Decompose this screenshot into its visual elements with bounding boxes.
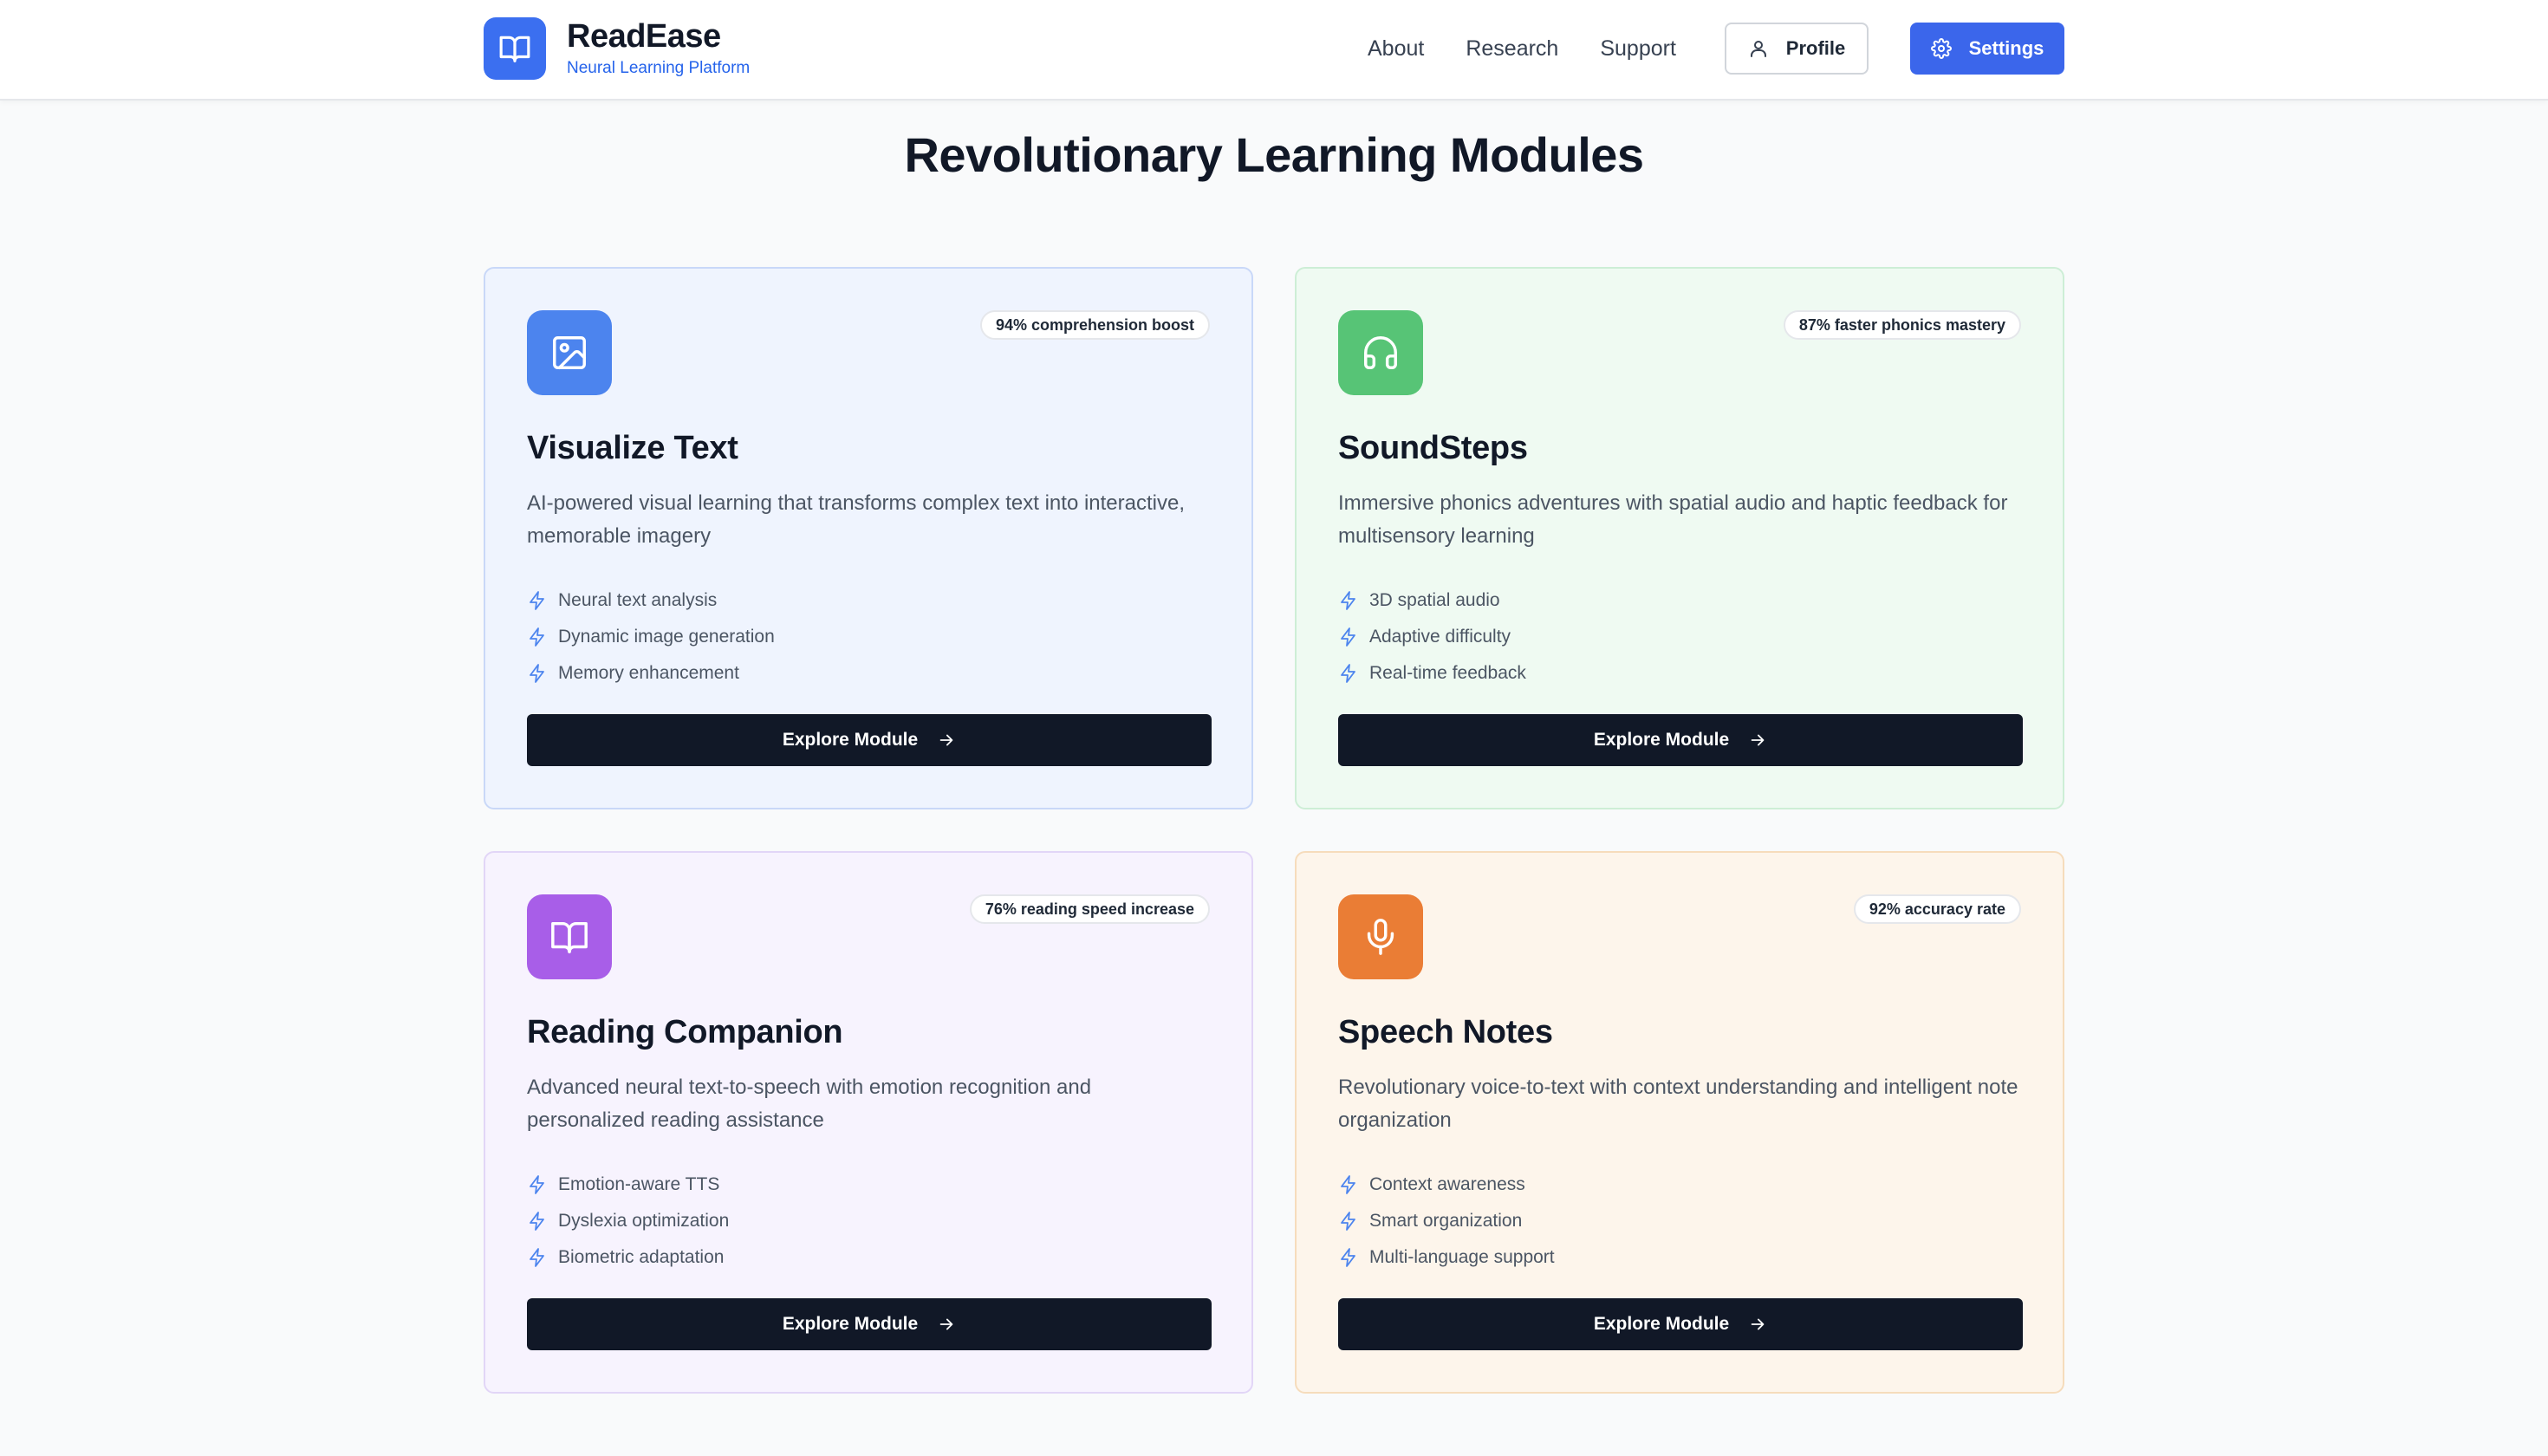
nav-link-about[interactable]: About bbox=[1368, 36, 1424, 62]
lightning-icon bbox=[527, 1211, 548, 1232]
explore-module-button[interactable]: Explore Module bbox=[1338, 714, 2023, 766]
explore-module-button[interactable]: Explore Module bbox=[527, 1298, 1212, 1350]
microphone-icon bbox=[1338, 894, 1423, 979]
brand-name: ReadEase bbox=[567, 18, 721, 55]
module-description: AI-powered visual learning that transfor… bbox=[527, 491, 1186, 548]
lightning-icon bbox=[527, 1174, 548, 1195]
feature-list: Neural text analysis Dynamic image gener… bbox=[527, 582, 775, 692]
feature-label: Real-time feedback bbox=[1369, 663, 1526, 683]
lightning-icon bbox=[1338, 627, 1359, 647]
book-open-icon bbox=[484, 17, 546, 80]
feature-label: Context awareness bbox=[1369, 1174, 1525, 1194]
module-description: Revolutionary voice-to-text with context… bbox=[1338, 1076, 2018, 1132]
stat-badge: 94% comprehension boost bbox=[979, 310, 1210, 340]
settings-button[interactable]: Settings bbox=[1910, 23, 2064, 75]
feature-item: Dynamic image generation bbox=[527, 619, 775, 655]
lightning-icon bbox=[1338, 1174, 1359, 1195]
feature-item: Context awareness bbox=[1338, 1167, 1555, 1203]
book-open-icon bbox=[527, 894, 612, 979]
module-card-visualize-text: 94% comprehension boost Visualize Text A… bbox=[484, 267, 1253, 809]
main-nav: About Research Support bbox=[1368, 23, 1676, 75]
feature-item: Emotion-aware TTS bbox=[527, 1167, 729, 1203]
lightning-icon bbox=[527, 1247, 548, 1268]
feature-label: Smart organization bbox=[1369, 1211, 1523, 1231]
feature-label: Adaptive difficulty bbox=[1369, 627, 1511, 647]
stat-badge: 92% accuracy rate bbox=[1853, 894, 2021, 924]
feature-list: 3D spatial audio Adaptive difficulty Rea… bbox=[1338, 582, 1526, 692]
module-title: Speech Notes bbox=[1338, 1014, 1553, 1050]
feature-label: Memory enhancement bbox=[558, 663, 739, 683]
module-card-soundsteps: 87% faster phonics mastery SoundSteps Im… bbox=[1295, 267, 2064, 809]
feature-item: 3D spatial audio bbox=[1338, 582, 1526, 619]
feature-label: 3D spatial audio bbox=[1369, 590, 1500, 610]
brand-tagline: Neural Learning Platform bbox=[567, 59, 751, 77]
image-icon bbox=[527, 310, 612, 395]
nav-link-support[interactable]: Support bbox=[1600, 36, 1676, 62]
stat-badge: 76% reading speed increase bbox=[969, 894, 1210, 924]
feature-item: Biometric adaptation bbox=[527, 1239, 729, 1276]
lightning-icon bbox=[527, 663, 548, 684]
feature-label: Dyslexia optimization bbox=[558, 1211, 730, 1231]
nav-link-research[interactable]: Research bbox=[1466, 36, 1558, 62]
explore-module-button[interactable]: Explore Module bbox=[1338, 1298, 2023, 1350]
arrow-right-icon bbox=[937, 1315, 956, 1334]
feature-item: Smart organization bbox=[1338, 1203, 1555, 1239]
module-title: SoundSteps bbox=[1338, 430, 1528, 466]
lightning-icon bbox=[1338, 1247, 1359, 1268]
module-title: Reading Companion bbox=[527, 1014, 843, 1050]
explore-module-label: Explore Module bbox=[782, 730, 919, 750]
lightning-icon bbox=[1338, 590, 1359, 611]
module-card-reading-companion: 76% reading speed increase Reading Compa… bbox=[484, 851, 1253, 1394]
feature-item: Memory enhancement bbox=[527, 655, 775, 692]
lightning-icon bbox=[1338, 1211, 1359, 1232]
headphones-icon bbox=[1338, 310, 1423, 395]
gear-icon bbox=[1930, 38, 1952, 59]
stat-badge: 87% faster phonics mastery bbox=[1783, 310, 2021, 340]
profile-button[interactable]: Profile bbox=[1725, 23, 1869, 75]
brand[interactable]: ReadEase Neural Learning Platform bbox=[484, 17, 750, 80]
feature-label: Biometric adaptation bbox=[558, 1247, 725, 1267]
arrow-right-icon bbox=[1748, 731, 1767, 750]
explore-module-label: Explore Module bbox=[1593, 730, 1730, 750]
lightning-icon bbox=[527, 627, 548, 647]
explore-module-label: Explore Module bbox=[782, 1314, 919, 1334]
feature-item: Dyslexia optimization bbox=[527, 1203, 729, 1239]
feature-list: Emotion-aware TTS Dyslexia optimization … bbox=[527, 1167, 729, 1276]
feature-item: Real-time feedback bbox=[1338, 655, 1526, 692]
feature-label: Emotion-aware TTS bbox=[558, 1174, 720, 1194]
top-header: ReadEase Neural Learning Platform About … bbox=[0, 0, 2548, 101]
module-description: Advanced neural text-to-speech with emot… bbox=[527, 1076, 1092, 1132]
feature-list: Context awareness Smart organization Mul… bbox=[1338, 1167, 1555, 1276]
user-icon bbox=[1748, 38, 1769, 59]
module-title: Visualize Text bbox=[527, 430, 738, 466]
lightning-icon bbox=[527, 590, 548, 611]
module-card-speech-notes: 92% accuracy rate Speech Notes Revolutio… bbox=[1295, 851, 2064, 1394]
arrow-right-icon bbox=[1748, 1315, 1767, 1334]
arrow-right-icon bbox=[937, 731, 956, 750]
feature-label: Neural text analysis bbox=[558, 590, 718, 610]
feature-item: Adaptive difficulty bbox=[1338, 619, 1526, 655]
settings-button-label: Settings bbox=[1968, 37, 2044, 59]
page-title: Revolutionary Learning Modules bbox=[904, 127, 1644, 182]
feature-item: Multi-language support bbox=[1338, 1239, 1555, 1276]
feature-item: Neural text analysis bbox=[527, 582, 775, 619]
profile-button-label: Profile bbox=[1785, 37, 1846, 59]
explore-module-button[interactable]: Explore Module bbox=[527, 714, 1212, 766]
explore-module-label: Explore Module bbox=[1593, 1314, 1730, 1334]
lightning-icon bbox=[1338, 663, 1359, 684]
module-description: Immersive phonics adventures with spatia… bbox=[1338, 491, 2008, 548]
feature-label: Multi-language support bbox=[1369, 1247, 1555, 1267]
feature-label: Dynamic image generation bbox=[558, 627, 775, 647]
